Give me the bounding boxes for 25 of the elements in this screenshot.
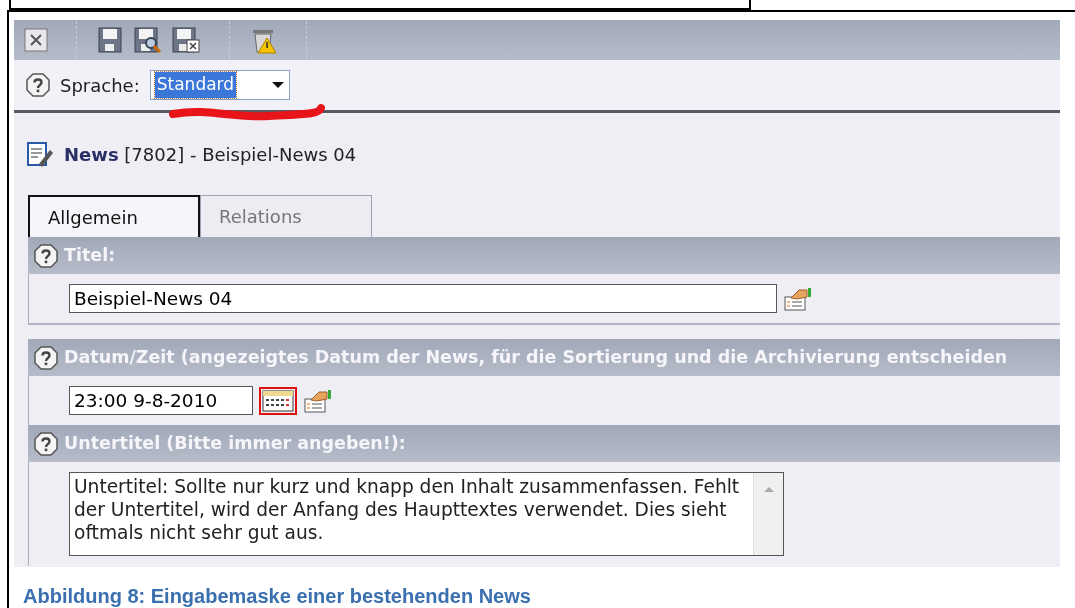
- field-label: Untertitel (Bitte immer angeben!):: [64, 432, 406, 456]
- field-label: Datum/Zeit (angezeigtes Datum der News, für die Sortierung und die Archivierung entscheiden: [64, 346, 1008, 370]
- hand-form-icon[interactable]: [783, 285, 813, 312]
- record-heading: News [7802] - Beispiel-News 04: [64, 142, 357, 167]
- save-button[interactable]: [97, 26, 125, 54]
- hand-form-icon[interactable]: [303, 387, 333, 414]
- save-close-button[interactable]: [171, 26, 201, 54]
- language-label: Sprache:: [60, 73, 140, 98]
- title-input[interactable]: Beispiel-News 04: [69, 284, 777, 313]
- subtitle-textarea[interactable]: Untertitel: Sollte nur kurz und knapp den Inhalt zusammenfassen. Fehlt der Untertitel, wird der Anfang des Haupttextes verwendet. Dies sieht oftmals nicht sehr gut aus.: [69, 472, 784, 556]
- language-dropdown[interactable]: Standard: [149, 70, 290, 100]
- field-label: Titel:: [64, 244, 116, 268]
- dropdown-arrow-icon: [270, 81, 285, 89]
- tab[interactable]: Allgemein: [28, 195, 200, 237]
- figure-caption: Abbildung 8: Eingabemaske einer bestehenden News: [22, 584, 532, 608]
- document-edit-icon: [26, 140, 54, 168]
- help-icon[interactable]: [34, 243, 58, 268]
- help-icon[interactable]: [26, 73, 50, 97]
- help-icon[interactable]: [34, 431, 58, 456]
- save-magnifier-button[interactable]: [133, 26, 163, 54]
- date-input[interactable]: 23:00 9-8-2010: [69, 386, 253, 415]
- tab[interactable]: Relations: [200, 195, 372, 237]
- help-icon[interactable]: [34, 345, 58, 370]
- close-button[interactable]: [24, 28, 48, 52]
- calendar-button[interactable]: [259, 386, 297, 415]
